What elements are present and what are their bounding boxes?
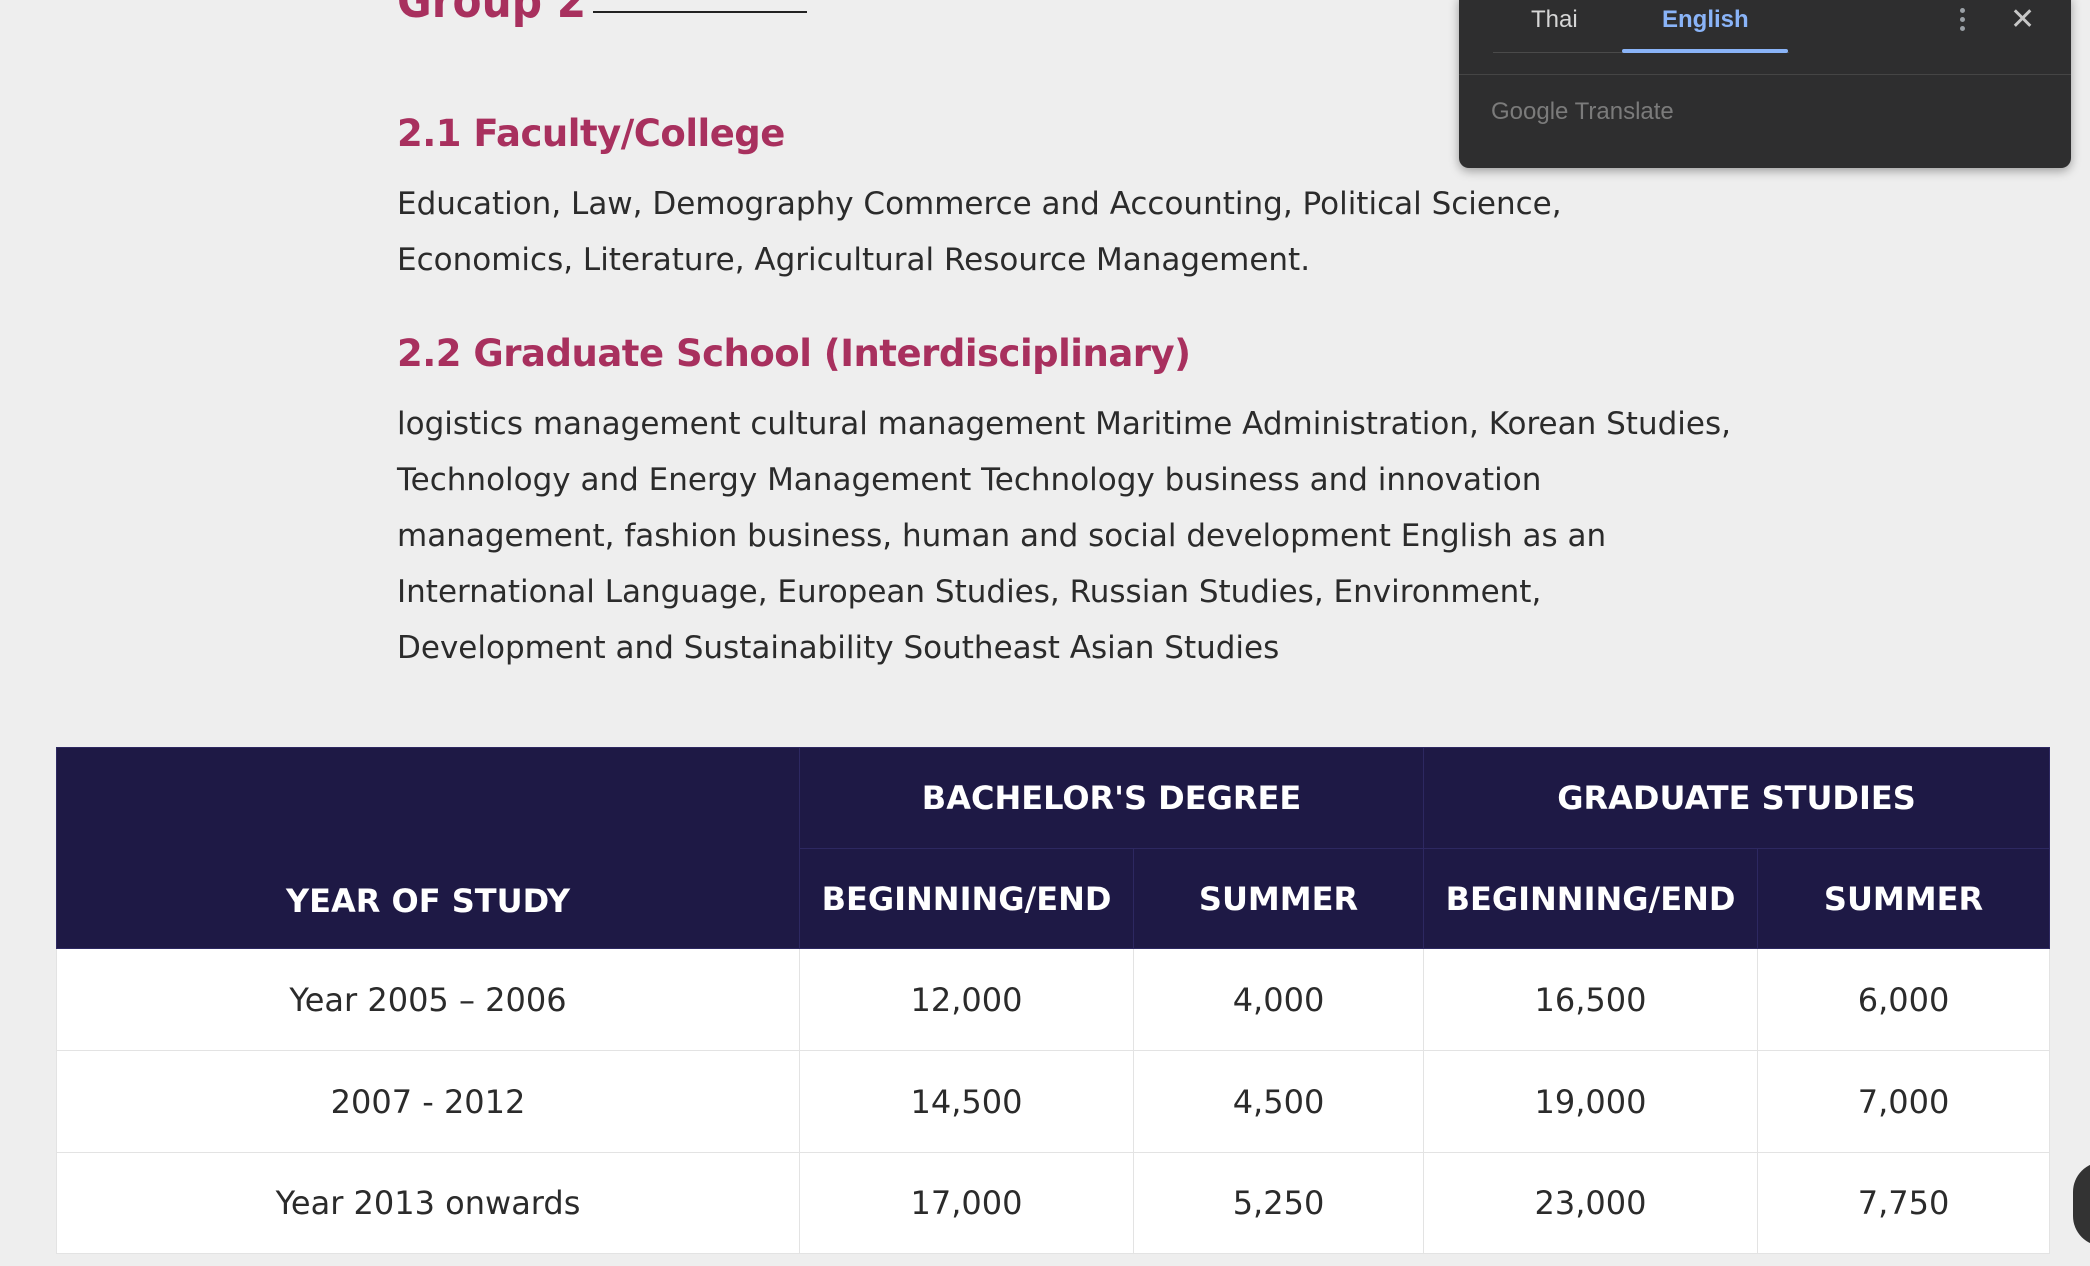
header-bachelor-beginning-end: BEGINNING/END bbox=[799, 848, 1134, 949]
floating-scroll-button[interactable] bbox=[2073, 1162, 2090, 1246]
header-graduate-studies: GRADUATE STUDIES bbox=[1422, 747, 2051, 849]
cell-year: 2007 - 2012 bbox=[56, 1050, 800, 1153]
text-line: Development and Sustainability Southeast… bbox=[397, 630, 1280, 666]
table-row: Year 2005 – 2006 12,000 4,000 16,500 6,0… bbox=[56, 948, 2051, 1051]
active-tab-indicator bbox=[1622, 49, 1788, 53]
section-title-faculty: 2.1 Faculty/College bbox=[397, 112, 785, 155]
popup-divider bbox=[1459, 74, 2071, 75]
title-divider bbox=[593, 11, 807, 13]
header-year-of-study: YEAR OF STUDY bbox=[56, 747, 800, 949]
text-line: logistics management cultural management… bbox=[397, 406, 1731, 442]
section-text-graduate: logistics management cultural management… bbox=[397, 396, 1731, 676]
cell-year: Year 2005 – 2006 bbox=[56, 948, 800, 1051]
cell-bachelor-beginning-end: 14,500 bbox=[799, 1050, 1134, 1153]
more-vert-icon[interactable] bbox=[1952, 8, 1972, 38]
brand-translate: Translate bbox=[1574, 98, 1674, 125]
cell-year: Year 2013 onwards bbox=[56, 1152, 800, 1254]
text-line: Economics, Literature, Agricultural Reso… bbox=[397, 242, 1311, 278]
text-line: Technology and Energy Management Technol… bbox=[397, 462, 1542, 498]
cell-bachelor-beginning-end: 17,000 bbox=[799, 1152, 1134, 1254]
cell-graduate-summer: 6,000 bbox=[1756, 948, 2051, 1051]
header-graduate-summer: SUMMER bbox=[1756, 848, 2051, 949]
cell-bachelor-summer: 5,250 bbox=[1133, 1152, 1424, 1254]
table-row: Year 2013 onwards 17,000 5,250 23,000 7,… bbox=[56, 1152, 2051, 1254]
header-bachelors-degree: BACHELOR'S DEGREE bbox=[799, 747, 1424, 849]
google-translate-popup: Thai English ✕ Google Translate bbox=[1459, 0, 2071, 168]
text-line: International Language, European Studies… bbox=[397, 574, 1542, 610]
brand-google: Google bbox=[1491, 98, 1569, 125]
text-line: management, fashion business, human and … bbox=[397, 518, 1607, 554]
cell-graduate-summer: 7,000 bbox=[1756, 1050, 2051, 1153]
tab-english[interactable]: English bbox=[1662, 6, 1749, 34]
table-row: 2007 - 2012 14,500 4,500 19,000 7,000 bbox=[56, 1050, 2051, 1153]
section-title-graduate: 2.2 Graduate School (Interdisciplinary) bbox=[397, 332, 1191, 375]
group-title: Group 2 bbox=[397, 0, 587, 29]
cell-graduate-beginning-end: 23,000 bbox=[1423, 1152, 1758, 1254]
cell-graduate-summer: 7,750 bbox=[1756, 1152, 2051, 1254]
header-graduate-beginning-end: BEGINNING/END bbox=[1423, 848, 1758, 949]
text-line: Education, Law, Demography Commerce and … bbox=[397, 186, 1562, 222]
cell-bachelor-beginning-end: 12,000 bbox=[799, 948, 1134, 1051]
cell-graduate-beginning-end: 19,000 bbox=[1423, 1050, 1758, 1153]
tuition-fee-table: YEAR OF STUDY BACHELOR'S DEGREE GRADUATE… bbox=[56, 747, 2051, 1254]
google-translate-logo: Google Translate bbox=[1491, 98, 1674, 126]
cell-graduate-beginning-end: 16,500 bbox=[1423, 948, 1758, 1051]
close-icon[interactable]: ✕ bbox=[2010, 2, 2035, 37]
tab-thai[interactable]: Thai bbox=[1531, 6, 1578, 34]
section-text-faculty: Education, Law, Demography Commerce and … bbox=[397, 176, 1717, 288]
cell-bachelor-summer: 4,500 bbox=[1133, 1050, 1424, 1153]
header-bachelor-summer: SUMMER bbox=[1133, 848, 1424, 949]
cell-bachelor-summer: 4,000 bbox=[1133, 948, 1424, 1051]
